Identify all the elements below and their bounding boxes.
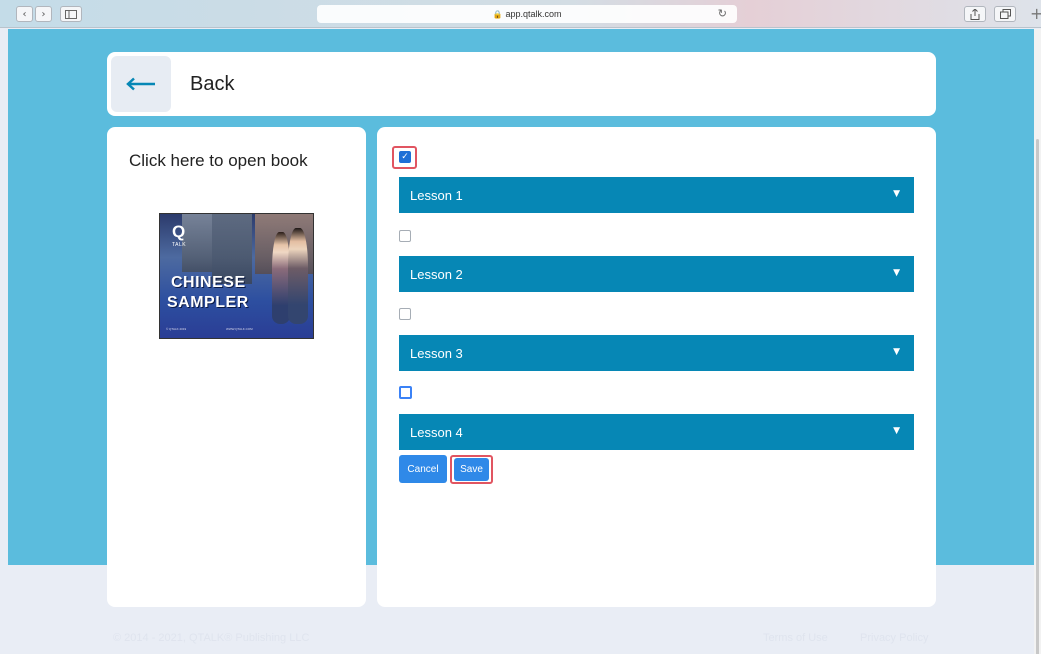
cover-title-line1: CHINESE	[171, 274, 246, 291]
cover-title-line2: SAMPLER	[167, 294, 249, 311]
lesson-dropdown-2[interactable]: Lesson 2 ▼	[399, 256, 914, 292]
lesson-label: Lesson 3	[410, 345, 463, 361]
lesson-label: Lesson 2	[410, 266, 463, 282]
cover-person-art	[288, 228, 308, 324]
share-icon	[970, 8, 980, 20]
caret-down-icon: ▼	[893, 189, 900, 199]
cover-logo-text: TALK	[172, 242, 187, 248]
caret-down-icon: ▼	[893, 268, 900, 278]
sidebar-toggle-button[interactable]	[60, 6, 82, 22]
browser-toolbar: ‹ › 🔒 app.qtalk.com ↻ +	[0, 0, 1041, 28]
caret-down-icon: ▼	[893, 426, 900, 436]
lesson-dropdown-4[interactable]: Lesson 4 ▼	[399, 414, 914, 450]
lesson-checkbox-2[interactable]	[399, 230, 411, 242]
footer-copyright: © 2014 - 2021, QTALK® Publishing LLC	[113, 632, 310, 644]
lesson-dropdown-1[interactable]: Lesson 1 ▼	[399, 177, 914, 213]
address-url: app.qtalk.com	[505, 9, 562, 19]
caret-down-icon: ▼	[893, 347, 900, 357]
share-button[interactable]	[964, 6, 986, 22]
back-label[interactable]: Back	[190, 73, 234, 96]
cancel-button[interactable]: Cancel	[399, 455, 447, 483]
lesson-checkbox-3[interactable]	[399, 308, 411, 320]
page-scrollbar[interactable]	[1034, 29, 1041, 654]
address-bar[interactable]: 🔒 app.qtalk.com ↻	[317, 5, 737, 23]
book-cover-image[interactable]: Q TALK CHINESE SAMPLER © QTALK 2019 WWW.…	[159, 213, 314, 339]
lesson-label: Lesson 1	[410, 187, 463, 203]
tabs-icon	[999, 9, 1011, 19]
lessons-panel: ✓ Lesson 1 ▼ Lesson 2 ▼ Lesson 3 ▼ Lesso…	[377, 127, 936, 607]
footer-privacy-link[interactable]: Privacy Policy	[860, 632, 928, 644]
cover-footer-left: © QTALK 2019	[166, 327, 187, 331]
back-bar: Back	[107, 52, 936, 116]
browser-back-button[interactable]: ‹	[16, 6, 33, 22]
lock-icon: 🔒	[492, 9, 503, 19]
book-panel: Click here to open book Q TALK CHINESE S…	[107, 127, 366, 607]
cover-building-art	[182, 214, 212, 272]
reload-icon[interactable]: ↻	[718, 7, 727, 20]
back-button[interactable]	[111, 56, 171, 112]
lesson-checkbox-4[interactable]	[399, 386, 412, 399]
cover-logo-letter: Q	[172, 222, 186, 241]
new-tab-icon[interactable]: +	[1030, 6, 1041, 22]
browser-forward-button[interactable]: ›	[35, 6, 52, 22]
cover-footer-right: WWW.QTALK.COM	[226, 327, 253, 331]
lesson-label: Lesson 4	[410, 424, 463, 440]
lesson-checkbox-1[interactable]: ✓	[399, 151, 411, 163]
tabs-overview-button[interactable]	[994, 6, 1016, 22]
save-button[interactable]: Save	[454, 458, 489, 481]
open-book-link[interactable]: Click here to open book	[129, 151, 308, 171]
arrow-left-icon	[126, 77, 155, 91]
lesson-dropdown-3[interactable]: Lesson 3 ▼	[399, 335, 914, 371]
chevron-left-icon: ‹	[22, 8, 27, 20]
footer-terms-link[interactable]: Terms of Use	[763, 632, 828, 644]
chevron-right-icon: ›	[41, 8, 46, 20]
scrollbar-thumb[interactable]	[1036, 139, 1039, 654]
sidebar-icon	[65, 9, 77, 19]
